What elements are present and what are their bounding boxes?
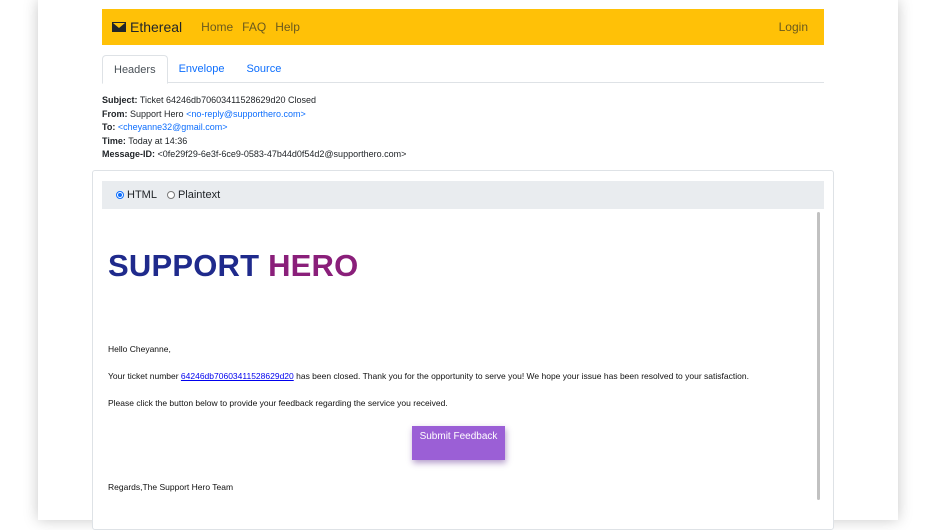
plaintext-radio-label[interactable]: Plaintext — [178, 189, 220, 201]
nav-faq-link[interactable]: FAQ — [242, 20, 266, 34]
message-id-label: Message-ID: — [102, 149, 156, 160]
submit-feedback-button[interactable]: Submit Feedback — [412, 426, 505, 460]
support-hero-logo: SUPPORT HERO — [108, 248, 358, 284]
logo-hero-text: HERO — [268, 248, 359, 283]
from-name: Support Hero — [130, 108, 184, 119]
subject-label: Subject: — [102, 95, 138, 105]
from-row: From: Support Hero <no-reply@supporthero… — [102, 108, 824, 122]
logo-support-text: SUPPORT — [108, 248, 260, 283]
plaintext-radio[interactable] — [166, 191, 175, 199]
from-label: From: — [102, 108, 128, 119]
to-row: To: <cheyanne32@gmail.com> — [102, 121, 824, 135]
time-value: Today at 14:36 — [128, 135, 188, 146]
email-scrollbar[interactable] — [816, 212, 821, 502]
html-radio-label[interactable]: HTML — [127, 189, 157, 201]
email-body: SUPPORT HERO Hello Cheyanne, Your ticket… — [102, 212, 816, 507]
tab-envelope[interactable]: Envelope — [168, 55, 236, 83]
ticket-number-link[interactable]: 64246db70603411528629d20 — [181, 371, 294, 381]
brand[interactable]: Ethereal — [112, 19, 182, 35]
greeting: Hello Cheyanne, — [108, 344, 171, 354]
message-headers: Subject: Ticket 64246db70603411528629d20… — [102, 94, 824, 162]
regards-signature: Regards,The Support Hero Team — [108, 482, 234, 492]
time-label: Time: — [102, 135, 126, 146]
tab-source[interactable]: Source — [235, 55, 292, 83]
format-toggle-bar: HTML Plaintext — [102, 181, 824, 209]
envelope-icon — [112, 22, 126, 32]
to-label: To: — [102, 122, 116, 133]
time-row: Time: Today at 14:36 — [102, 135, 824, 149]
subject-value: Ticket 64246db70603411528629d20 Closed — [139, 95, 317, 105]
scrollbar-thumb[interactable] — [817, 212, 820, 500]
message-id-row: Message-ID: <0fe29f29-6e3f-6ce9-0583-47b… — [102, 148, 824, 162]
top-navbar: Ethereal Home FAQ Help Login — [102, 9, 824, 45]
tab-headers[interactable]: Headers — [102, 55, 168, 84]
login-link[interactable]: Login — [779, 20, 808, 34]
html-radio[interactable] — [116, 191, 124, 199]
ticket-closed-paragraph: Your ticket number 64246db70603411528629… — [108, 371, 749, 381]
nav-help-link[interactable]: Help — [275, 20, 300, 34]
from-email-link[interactable]: <no-reply@supporthero.com> — [186, 109, 306, 119]
nav-home-link[interactable]: Home — [201, 20, 233, 34]
message-tabs: Headers Envelope Source — [102, 55, 824, 84]
brand-name: Ethereal — [130, 19, 183, 35]
to-email-link[interactable]: <cheyanne32@gmail.com> — [118, 122, 228, 132]
subject-row: Subject: Ticket 64246db70603411528629d20… — [102, 94, 824, 108]
para1-after: has been closed. Thank you for the oppor… — [293, 371, 749, 381]
message-id-value: <0fe29f29-6e3f-6ce9-0583-47b44d0f54d2@su… — [157, 149, 407, 160]
feedback-paragraph: Please click the button below to provide… — [108, 398, 448, 408]
para1-before: Your ticket number — [108, 371, 181, 381]
